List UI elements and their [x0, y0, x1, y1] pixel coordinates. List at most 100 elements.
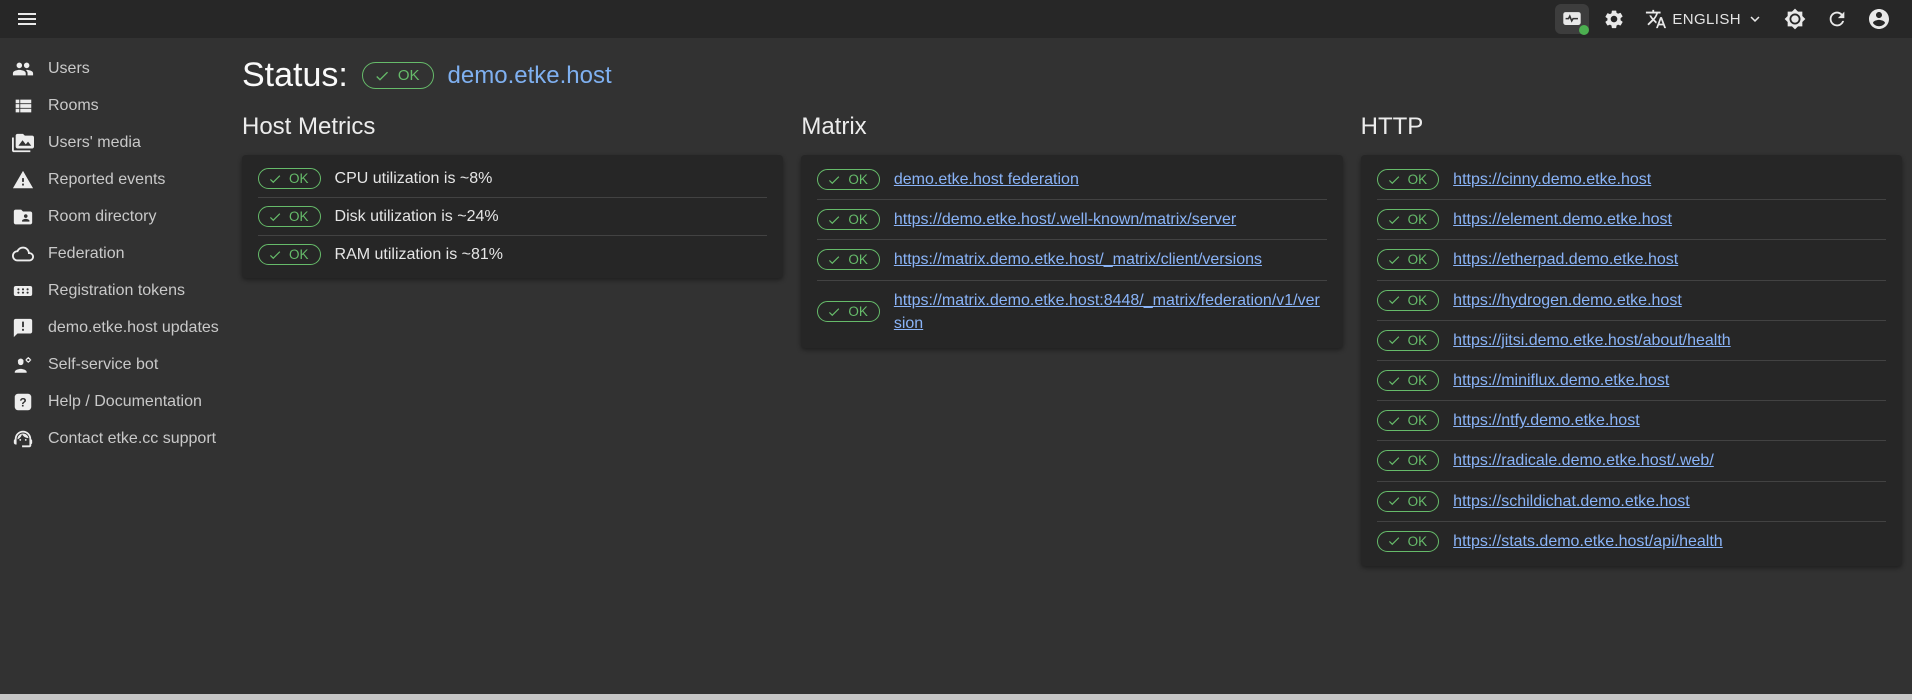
- sidebar-item-contact-support[interactable]: Contact etke.cc support: [0, 420, 238, 457]
- check-icon: [1387, 494, 1401, 508]
- sidebar-item-label: Contact etke.cc support: [48, 430, 216, 448]
- check-row: OK https://hydrogen.demo.etke.host: [1361, 281, 1902, 320]
- settings-button[interactable]: [1597, 4, 1631, 34]
- sidebar-item-users-media[interactable]: Users' media: [0, 124, 238, 161]
- sidebar-item-federation[interactable]: Federation: [0, 235, 238, 272]
- language-select[interactable]: ENGLISH: [1639, 7, 1770, 31]
- check-row: OK https://ntfy.demo.etke.host: [1361, 401, 1902, 440]
- check-icon: [1387, 293, 1401, 307]
- topbar-actions: ENGLISH: [1555, 4, 1896, 34]
- http-check-link[interactable]: https://hydrogen.demo.etke.host: [1453, 289, 1682, 312]
- server-name-link[interactable]: demo.etke.host: [448, 62, 612, 90]
- sidebar-item-room-directory[interactable]: Room directory: [0, 198, 238, 235]
- translate-icon: [1645, 8, 1667, 30]
- ok-badge: OK: [258, 168, 321, 189]
- http-check-link[interactable]: https://jitsi.demo.etke.host/about/healt…: [1453, 329, 1731, 352]
- check-icon: [827, 253, 841, 267]
- theme-toggle-button[interactable]: [1778, 4, 1812, 34]
- ok-badge: OK: [1377, 330, 1440, 351]
- ok-badge: OK: [817, 209, 880, 230]
- sidebar-item-label: Reported events: [48, 171, 165, 189]
- http-check-link[interactable]: https://radicale.demo.etke.host/.web/: [1453, 449, 1714, 472]
- matrix-check-link[interactable]: https://matrix.demo.etke.host/_matrix/cl…: [894, 248, 1262, 271]
- ok-badge: OK: [1377, 169, 1440, 190]
- folder-shared-icon: [12, 206, 34, 228]
- http-check-link[interactable]: https://stats.demo.etke.host/api/health: [1453, 530, 1723, 553]
- metric-text: RAM utilization is ~81%: [335, 246, 504, 264]
- users-icon: [12, 58, 34, 80]
- sidebar-item-label: Self-service bot: [48, 356, 158, 374]
- check-icon: [1387, 333, 1401, 347]
- section-host-metrics: Host Metrics OK CPU utilization is ~8% O…: [242, 97, 783, 566]
- sidebar-item-label: Users' media: [48, 134, 141, 152]
- sidebar-item-help[interactable]: ? Help / Documentation: [0, 383, 238, 420]
- metric-text: Disk utilization is ~24%: [335, 208, 499, 226]
- sidebar-item-updates[interactable]: demo.etke.host updates: [0, 309, 238, 346]
- check-row: OK https://element.demo.etke.host: [1361, 200, 1902, 239]
- cloud-icon: [12, 243, 34, 265]
- sidebar-item-rooms[interactable]: Rooms: [0, 87, 238, 124]
- check-row: OK https://etherpad.demo.etke.host: [1361, 240, 1902, 279]
- ok-badge: OK: [1377, 491, 1440, 512]
- http-check-link[interactable]: https://schildichat.demo.etke.host: [1453, 490, 1690, 513]
- http-check-link[interactable]: https://etherpad.demo.etke.host: [1453, 248, 1678, 271]
- announcement-icon: [12, 317, 34, 339]
- http-check-link[interactable]: https://cinny.demo.etke.host: [1453, 168, 1651, 191]
- hamburger-icon: [15, 7, 39, 31]
- rooms-list-icon: [12, 95, 34, 117]
- ok-badge: OK: [1377, 290, 1440, 311]
- sidebar: Users Rooms Users' media Reported events…: [0, 38, 238, 700]
- http-check-link[interactable]: https://element.demo.etke.host: [1453, 208, 1672, 231]
- ok-badge: OK: [817, 301, 880, 322]
- ok-badge: OK: [258, 244, 321, 265]
- ok-badge: OK: [817, 169, 880, 190]
- check-row: OK https://radicale.demo.etke.host/.web/: [1361, 441, 1902, 480]
- green-status-dot: [1579, 25, 1589, 35]
- check-row: OK https://schildichat.demo.etke.host: [1361, 482, 1902, 521]
- chevron-down-icon: [1746, 10, 1764, 28]
- ok-badge: OK: [258, 206, 321, 227]
- check-icon: [374, 68, 390, 84]
- sidebar-item-label: demo.etke.host updates: [48, 319, 219, 337]
- check-icon: [1387, 414, 1401, 428]
- sidebar-item-label: Room directory: [48, 208, 156, 226]
- check-row: OK https://matrix.demo.etke.host:8448/_m…: [801, 281, 1342, 343]
- check-row: OK https://cinny.demo.etke.host: [1361, 160, 1902, 199]
- http-check-link[interactable]: https://ntfy.demo.etke.host: [1453, 409, 1639, 432]
- account-button[interactable]: [1862, 4, 1896, 34]
- sidebar-item-registration-tokens[interactable]: Registration tokens: [0, 272, 238, 309]
- section-http: HTTP OK https://cinny.demo.etke.host OK …: [1361, 97, 1902, 566]
- matrix-check-link[interactable]: demo.etke.host federation: [894, 168, 1079, 191]
- ok-badge: OK: [1377, 450, 1440, 471]
- matrix-check-link[interactable]: https://demo.etke.host/.well-known/matri…: [894, 208, 1236, 231]
- server-status-button[interactable]: [1555, 4, 1589, 34]
- sidebar-item-users[interactable]: Users: [0, 50, 238, 87]
- svg-text:?: ?: [19, 395, 26, 409]
- status-header: Status: OK demo.etke.host: [242, 56, 1902, 95]
- ok-badge: OK: [1377, 209, 1440, 230]
- check-icon: [268, 248, 282, 262]
- check-icon: [1387, 374, 1401, 388]
- section-title: Matrix: [801, 113, 1342, 141]
- refresh-button[interactable]: [1820, 4, 1854, 34]
- check-icon: [1387, 454, 1401, 468]
- account-circle-icon: [1867, 7, 1891, 31]
- check-icon: [268, 210, 282, 224]
- media-icon: [12, 132, 34, 154]
- check-icon: [1387, 173, 1401, 187]
- status-columns: Host Metrics OK CPU utilization is ~8% O…: [242, 97, 1902, 566]
- metric-text: CPU utilization is ~8%: [335, 170, 493, 188]
- http-check-link[interactable]: https://miniflux.demo.etke.host: [1453, 369, 1669, 392]
- section-matrix: Matrix OK demo.etke.host federation OK h…: [801, 97, 1342, 566]
- check-row: OK https://miniflux.demo.etke.host: [1361, 361, 1902, 400]
- ok-badge: OK: [817, 249, 880, 270]
- sidebar-item-self-service-bot[interactable]: Self-service bot: [0, 346, 238, 383]
- sidebar-item-reported-events[interactable]: Reported events: [0, 161, 238, 198]
- ok-badge: OK: [1377, 370, 1440, 391]
- horizontal-scrollbar[interactable]: [0, 694, 1912, 700]
- check-row: OK https://stats.demo.etke.host/api/heal…: [1361, 522, 1902, 561]
- ok-badge: OK: [1377, 531, 1440, 552]
- matrix-check-link[interactable]: https://matrix.demo.etke.host:8448/_matr…: [894, 289, 1327, 335]
- menu-button[interactable]: [10, 4, 44, 34]
- section-title: Host Metrics: [242, 113, 783, 141]
